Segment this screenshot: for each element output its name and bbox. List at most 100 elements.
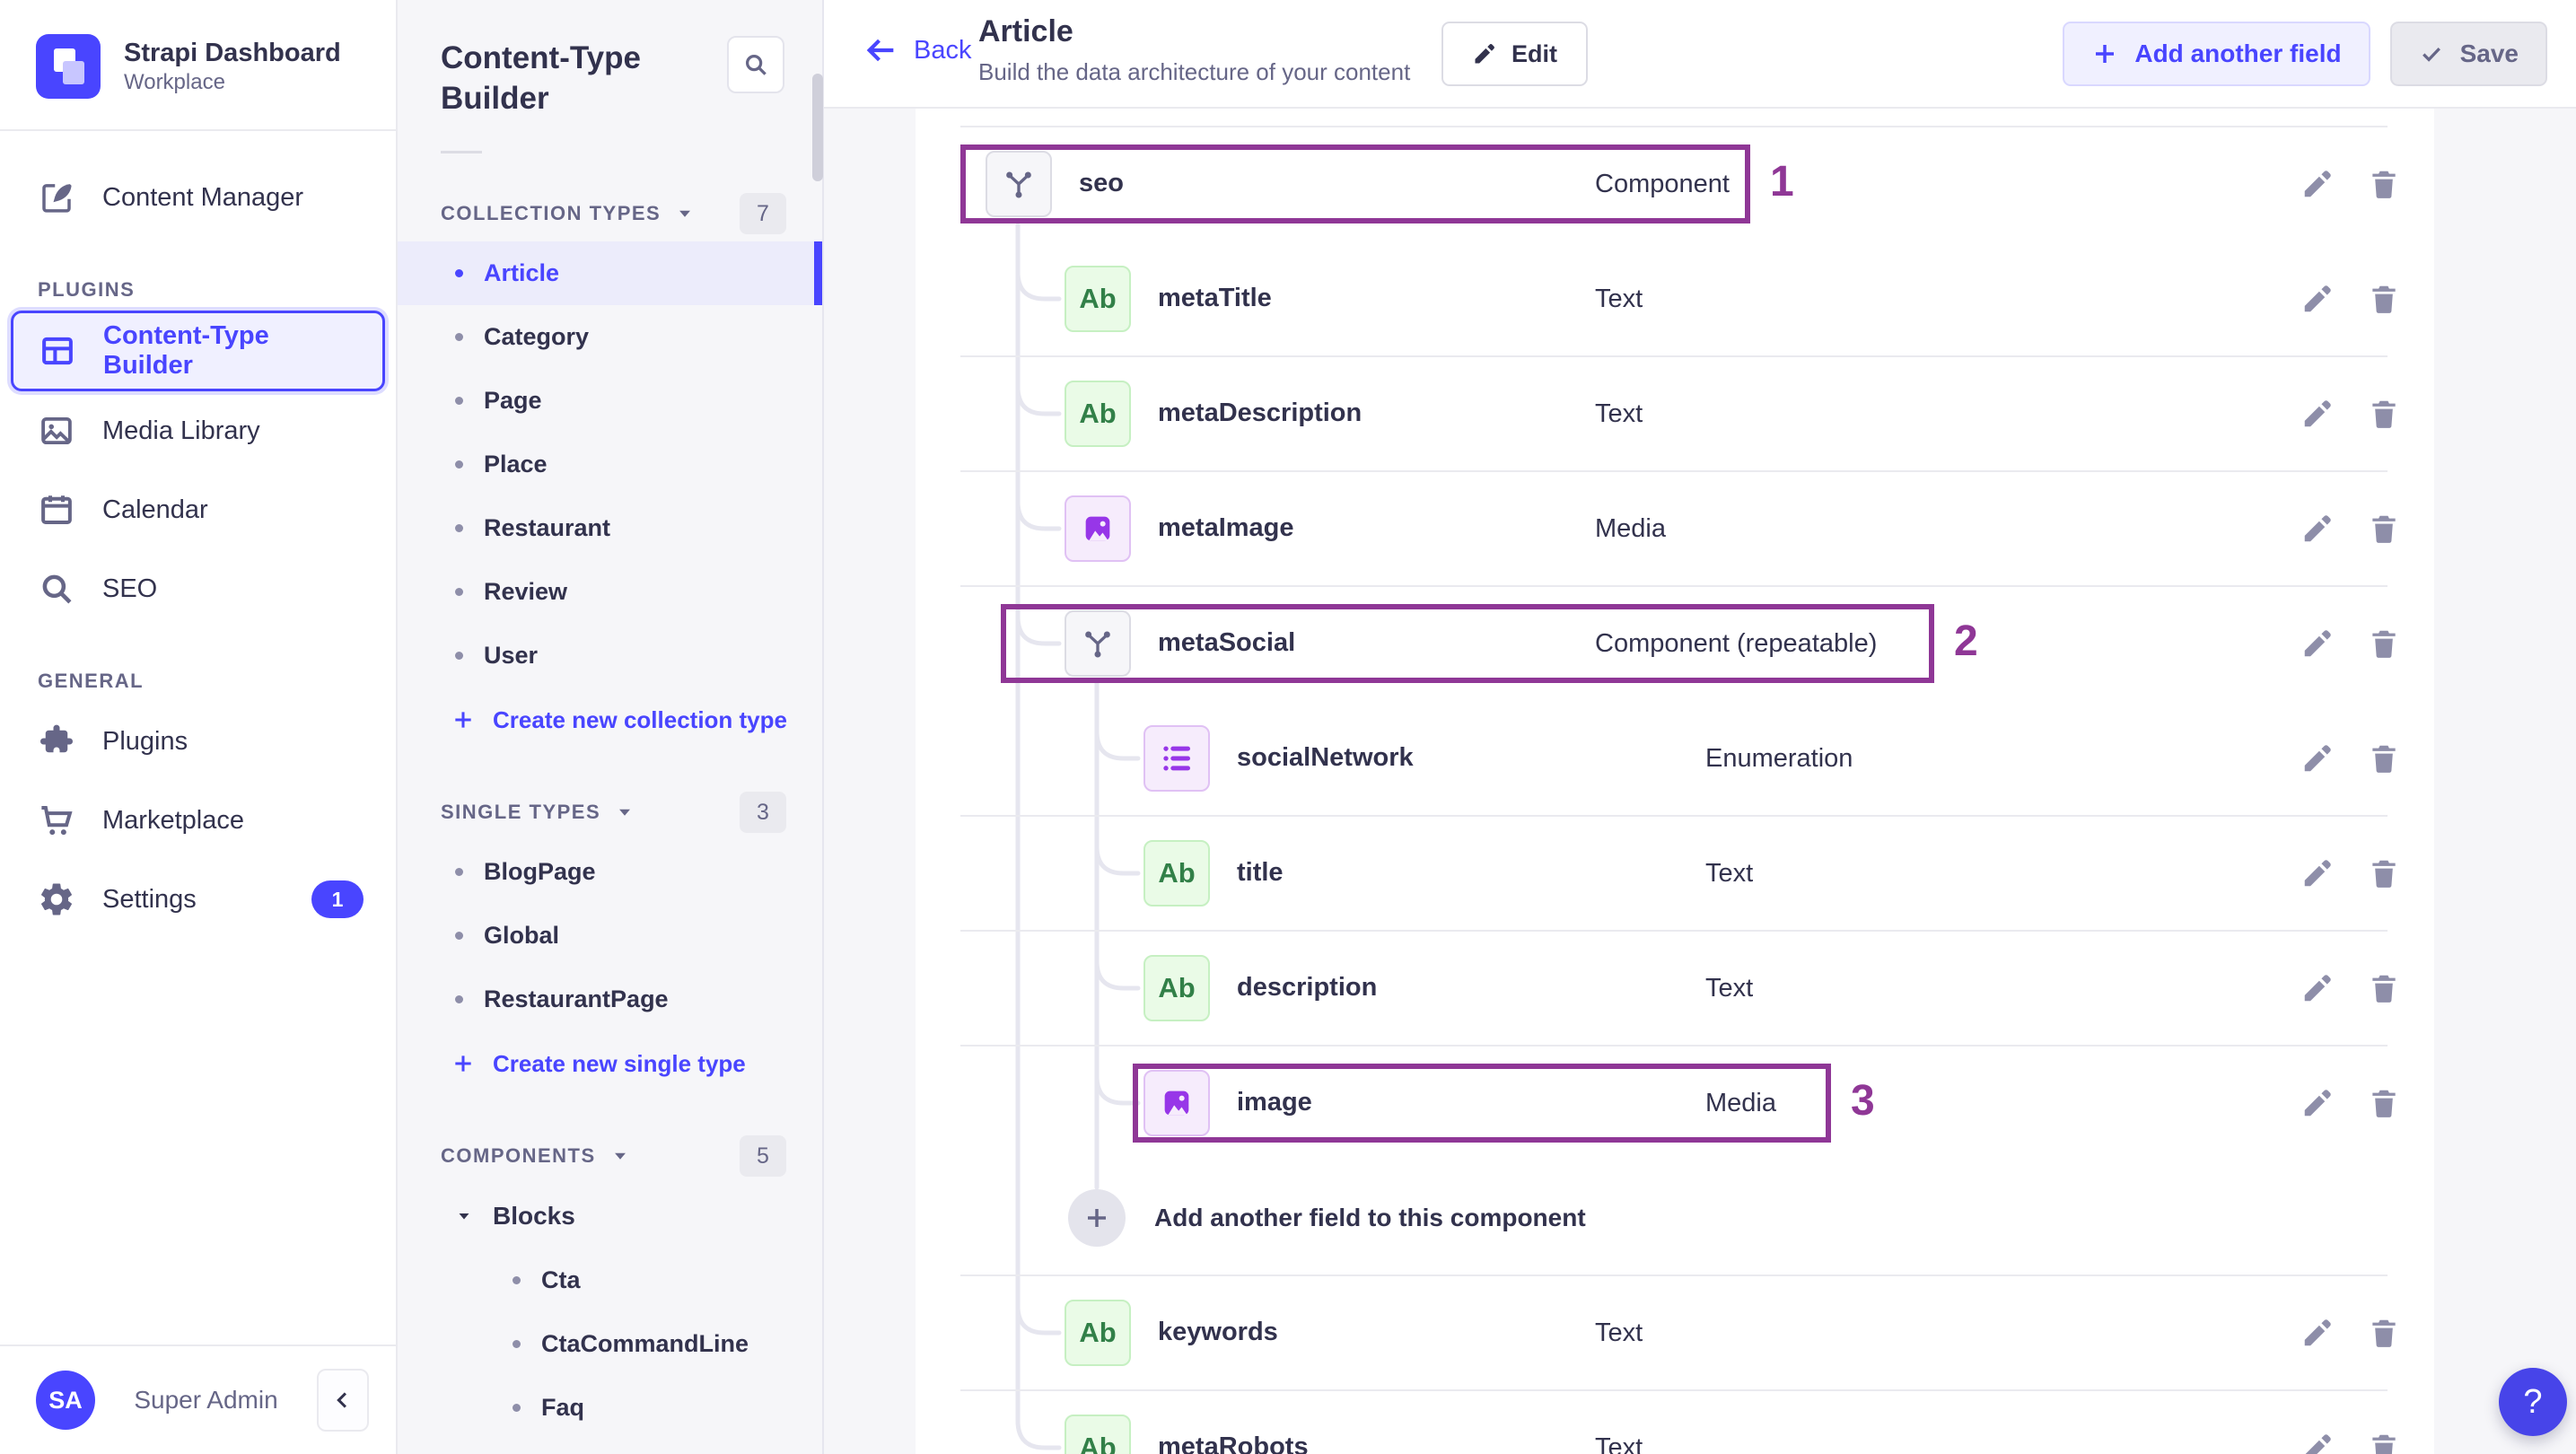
field-type: Text (1595, 1318, 1643, 1347)
add-another-field-button[interactable]: Add another field (2063, 22, 2370, 86)
bullet-icon (455, 652, 463, 660)
delete-field-button[interactable] (2364, 394, 2404, 434)
edit-field-button[interactable] (2298, 968, 2337, 1008)
edit-field-button[interactable] (2298, 624, 2337, 663)
save-button[interactable]: Save (2389, 22, 2547, 86)
type-label: Place (484, 451, 548, 477)
component-group-blocks[interactable]: Blocks (398, 1184, 822, 1248)
sidebar-item-content-type-builder[interactable]: Content-Type Builder (11, 311, 385, 391)
nav-type-global[interactable]: Global (398, 904, 822, 968)
row-divider (960, 930, 2388, 932)
edit-field-button[interactable] (2298, 739, 2337, 778)
sidebar-item-content-manager[interactable]: Content Manager (0, 158, 396, 237)
sidebar-item-plugins[interactable]: Plugins (0, 702, 396, 781)
sidebar-section-plugins: PLUGINS (38, 278, 364, 302)
type-label: Category (484, 323, 590, 350)
delete-field-button[interactable] (2364, 624, 2404, 663)
edit-button[interactable]: Edit (1441, 22, 1588, 86)
field-row-metatitle: Ab metaTitle Text (916, 241, 2434, 356)
row-actions (2298, 509, 2404, 548)
sidebar-item-label: SEO (102, 574, 158, 603)
edit-field-button[interactable] (2298, 1083, 2337, 1123)
help-button[interactable]: ? (2499, 1368, 2567, 1436)
edit-field-button[interactable] (2298, 1313, 2337, 1353)
search-button[interactable] (727, 36, 784, 93)
page-title: Article (978, 14, 1073, 48)
picture-icon (38, 412, 75, 450)
nav-type-restaurantpage[interactable]: RestaurantPage (398, 968, 822, 1031)
delete-field-button[interactable] (2364, 279, 2404, 319)
text-icon: Ab (1065, 381, 1131, 447)
delete-field-button[interactable] (2364, 164, 2404, 204)
section-header-components[interactable]: COMPONENTS 5 (441, 1135, 786, 1177)
nav-component-faq[interactable]: Faq (398, 1376, 822, 1440)
type-label: Restaurant (484, 514, 611, 541)
edit-field-button[interactable] (2298, 394, 2337, 434)
puzzle-icon (38, 723, 75, 760)
bullet-icon (455, 460, 463, 469)
delete-field-button[interactable] (2364, 1428, 2404, 1454)
delete-field-button[interactable] (2364, 739, 2404, 778)
row-actions (2298, 1428, 2404, 1454)
row-actions (2298, 739, 2404, 778)
section-header-single-types[interactable]: SINGLE TYPES 3 (441, 792, 786, 833)
field-row-metarobots: Ab metaRobots Text (916, 1389, 2434, 1454)
field-row-socialnetwork: socialNetwork Enumeration (916, 701, 2434, 816)
nav-type-blogpage[interactable]: BlogPage (398, 840, 822, 904)
workspace-brand[interactable]: Strapi Dashboard Workplace (0, 0, 396, 131)
bullet-icon (513, 1276, 521, 1284)
add-field-action-row[interactable]: Add another field to this component (916, 1161, 2434, 1275)
edit-field-button[interactable] (2298, 854, 2337, 893)
edit-field-button[interactable] (2298, 279, 2337, 319)
delete-field-button[interactable] (2364, 1313, 2404, 1353)
back-arrow-icon (863, 32, 899, 68)
edit-field-button[interactable] (2298, 509, 2337, 548)
edit-field-button[interactable] (2298, 1428, 2337, 1454)
add-field-to-component-label[interactable]: Add another field to this component (1154, 1204, 1586, 1232)
nav-type-article[interactable]: Article (398, 241, 822, 305)
delete-field-button[interactable] (2364, 968, 2404, 1008)
nav-type-user[interactable]: User (398, 624, 822, 688)
panel-scrollbar-thumb[interactable] (812, 74, 823, 181)
annotation-box-2 (1001, 604, 1934, 683)
nav-component-cta[interactable]: Cta (398, 1248, 822, 1312)
field-row-description: Ab description Text (916, 930, 2434, 1046)
delete-field-button[interactable] (2364, 854, 2404, 893)
edit-field-button[interactable] (2298, 164, 2337, 204)
avatar[interactable]: SA (36, 1371, 95, 1430)
sidebar-item-seo[interactable]: SEO (0, 549, 396, 628)
row-divider (960, 126, 2388, 127)
content-type-builder-panel: Content-Type Builder COLLECTION TYPES 7 Ar… (398, 0, 824, 1454)
collapse-sidebar-button[interactable] (317, 1369, 369, 1432)
back-link[interactable]: Back (863, 32, 971, 68)
nav-component-features[interactable]: Features (398, 1440, 822, 1454)
sidebar-item-media-library[interactable]: Media Library (0, 391, 396, 470)
add-field-to-component-button[interactable] (1068, 1189, 1126, 1247)
nav-type-restaurant[interactable]: Restaurant (398, 496, 822, 560)
section-header-collection-types[interactable]: COLLECTION TYPES 7 (441, 193, 786, 234)
sidebar-item-label: Plugins (102, 726, 188, 756)
delete-field-button[interactable] (2364, 1083, 2404, 1123)
back-label: Back (914, 35, 972, 65)
nav-type-place[interactable]: Place (398, 433, 822, 496)
sidebar-item-marketplace[interactable]: Marketplace (0, 781, 396, 860)
nav-type-category[interactable]: Category (398, 305, 822, 369)
sidebar-item-label: Content Manager (102, 182, 304, 212)
sidebar-item-settings[interactable]: Settings 1 (0, 860, 396, 939)
row-divider (960, 815, 2388, 817)
sidebar-item-calendar[interactable]: Calendar (0, 470, 396, 549)
field-name: description (1237, 973, 1378, 1002)
nav-type-review[interactable]: Review (398, 560, 822, 624)
delete-field-button[interactable] (2364, 509, 2404, 548)
field-type: Text (1705, 974, 1754, 1003)
nav-type-page[interactable]: Page (398, 369, 822, 433)
type-label: Article (484, 259, 560, 286)
bullet-icon (455, 995, 463, 1003)
action-create-new-single-type[interactable]: Create new single type (398, 1031, 822, 1096)
chevron-left-icon (330, 1388, 355, 1413)
action-create-new-collection-type[interactable]: Create new collection type (398, 688, 822, 752)
nav-component-ctacommandline[interactable]: CtaCommandLine (398, 1312, 822, 1376)
edit-label: Edit (1511, 39, 1557, 67)
field-name: metaDescription (1158, 399, 1362, 427)
bullet-icon (455, 524, 463, 532)
